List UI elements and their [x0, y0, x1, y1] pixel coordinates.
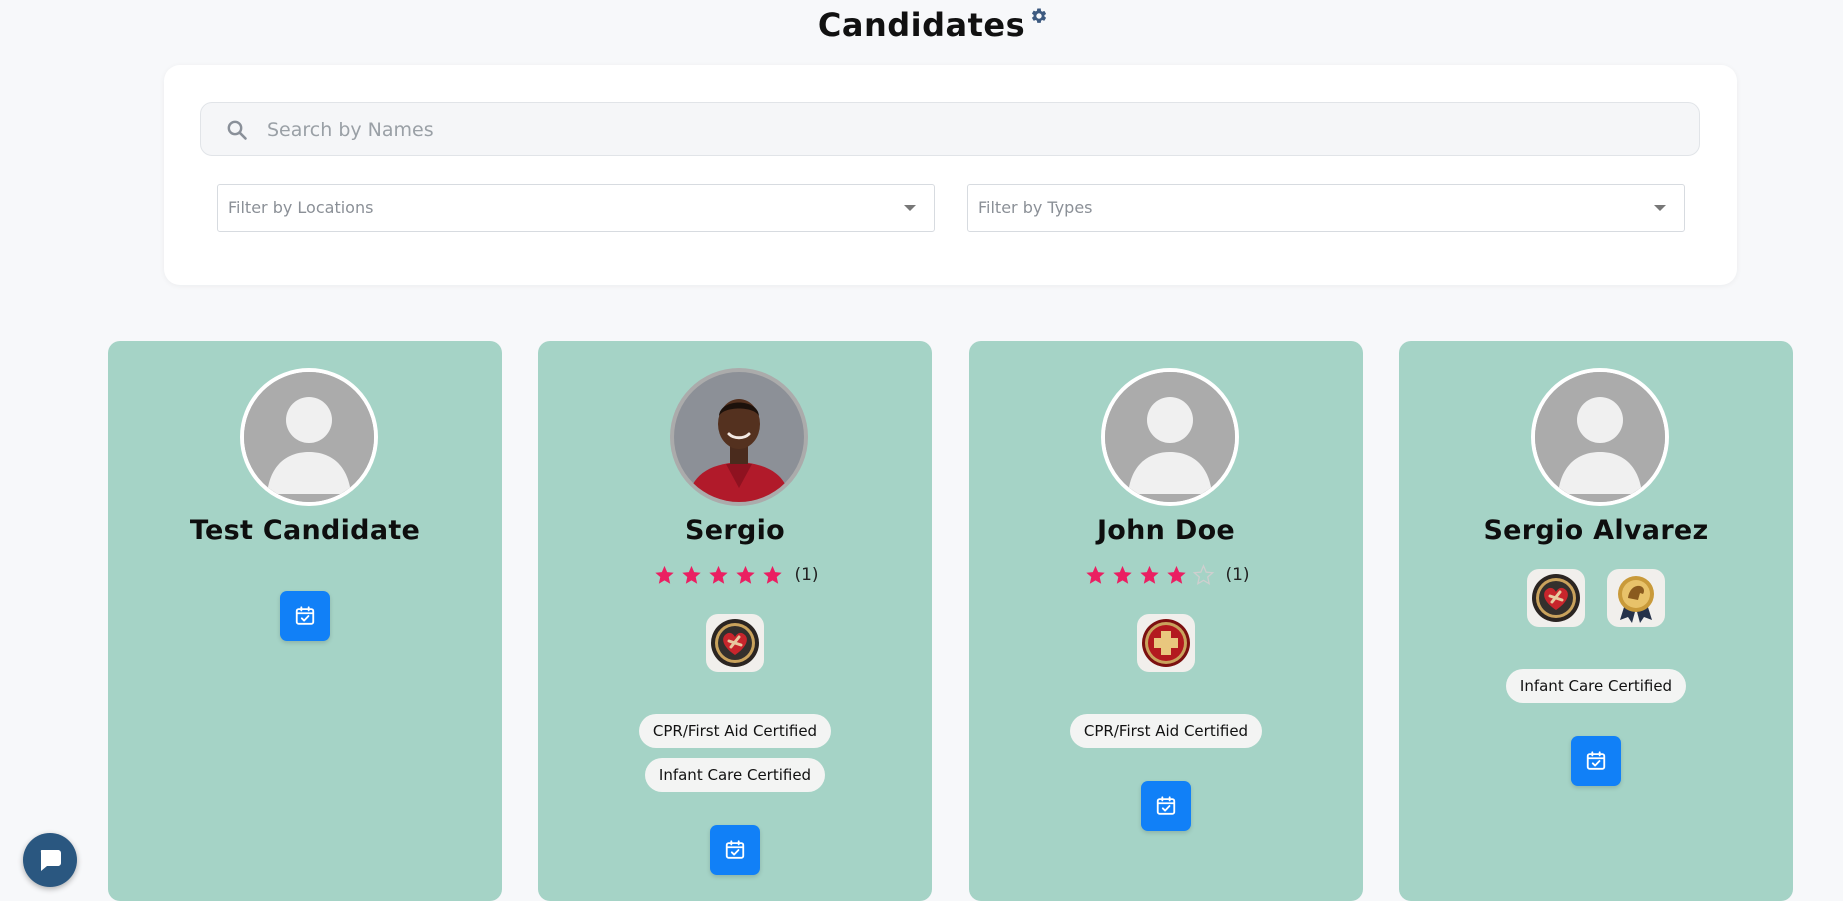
badge-list [538, 614, 932, 672]
medical-cross-badge-icon [1137, 614, 1195, 672]
profile-photo [674, 372, 804, 502]
page-header: Candidates [0, 6, 1843, 44]
location-filter-placeholder: Filter by Locations [228, 198, 374, 217]
calendar-check-icon [1156, 796, 1176, 815]
cpr-heart-badge-icon [706, 614, 764, 672]
star-filled-icon [655, 565, 675, 584]
chevron-down-icon [904, 205, 916, 211]
avatar [1101, 368, 1239, 506]
certification-chip: CPR/First Aid Certified [1069, 714, 1263, 748]
rating: (1) [538, 564, 932, 586]
rating: (1) [969, 564, 1363, 586]
chevron-down-icon [1654, 205, 1666, 211]
certification-list: Infant Care Certified [1399, 669, 1793, 713]
candidate-card[interactable]: Sergio Alvarez Infant Care Certified [1399, 341, 1793, 901]
certification-list: CPR/First Aid Certified [969, 714, 1363, 758]
gold-award-badge-icon [1607, 569, 1665, 627]
search-icon [227, 120, 247, 140]
star-filled-icon [709, 565, 729, 584]
avatar [670, 368, 808, 506]
star-filled-icon [682, 565, 702, 584]
cpr-heart-badge-icon [1527, 569, 1585, 627]
type-filter-select[interactable]: Filter by Types [967, 184, 1685, 232]
star-filled-icon [763, 565, 783, 584]
default-avatar-icon [244, 372, 374, 502]
default-avatar-icon [1105, 372, 1235, 502]
calendar-check-icon [1586, 751, 1606, 770]
calendar-check-icon [725, 840, 745, 859]
schedule-button[interactable] [710, 825, 760, 875]
type-filter-placeholder: Filter by Types [978, 198, 1093, 217]
badge-list [969, 614, 1363, 672]
candidate-card[interactable]: John Doe (1) CPR/First Aid Certified [969, 341, 1363, 901]
chat-button[interactable] [23, 833, 77, 887]
candidate-name: Sergio Alvarez [1483, 515, 1709, 546]
star-empty-icon [1193, 564, 1215, 586]
star-filled-icon [1113, 565, 1133, 584]
schedule-button[interactable] [1141, 781, 1191, 831]
calendar-check-icon [295, 606, 315, 625]
badge-list [1399, 569, 1793, 627]
certification-list: CPR/First Aid Certified Infant Care Cert… [538, 714, 932, 802]
candidate-name: Sergio [684, 515, 785, 546]
search-input[interactable] [265, 103, 1689, 157]
page-title: Candidates [817, 6, 1026, 44]
schedule-button[interactable] [280, 591, 330, 641]
candidate-name: Test Candidate [189, 515, 421, 546]
search-box[interactable] [200, 102, 1700, 157]
avatar [1531, 368, 1669, 506]
rating-count: (1) [794, 565, 819, 585]
filter-panel: Filter by Locations Filter by Types [164, 65, 1737, 285]
avatar [240, 368, 378, 506]
candidate-card[interactable]: Test Candidate [108, 341, 502, 901]
candidate-card[interactable]: Sergio (1) CPR/First Aid Certified Infan… [538, 341, 932, 901]
chat-bubble-icon [40, 850, 61, 871]
star-filled-icon [1140, 565, 1160, 584]
star-filled-icon [736, 565, 756, 584]
certification-chip: Infant Care Certified [644, 758, 826, 792]
candidate-name: John Doe [1096, 515, 1236, 546]
location-filter-select[interactable]: Filter by Locations [217, 184, 935, 232]
schedule-button[interactable] [1571, 736, 1621, 786]
star-filled-icon [1167, 565, 1187, 584]
gear-icon[interactable] [1030, 7, 1048, 25]
star-filled-icon [1086, 565, 1106, 584]
certification-chip: CPR/First Aid Certified [638, 714, 832, 748]
default-avatar-icon [1535, 372, 1665, 502]
certification-chip: Infant Care Certified [1505, 669, 1687, 703]
rating-count: (1) [1225, 565, 1250, 585]
